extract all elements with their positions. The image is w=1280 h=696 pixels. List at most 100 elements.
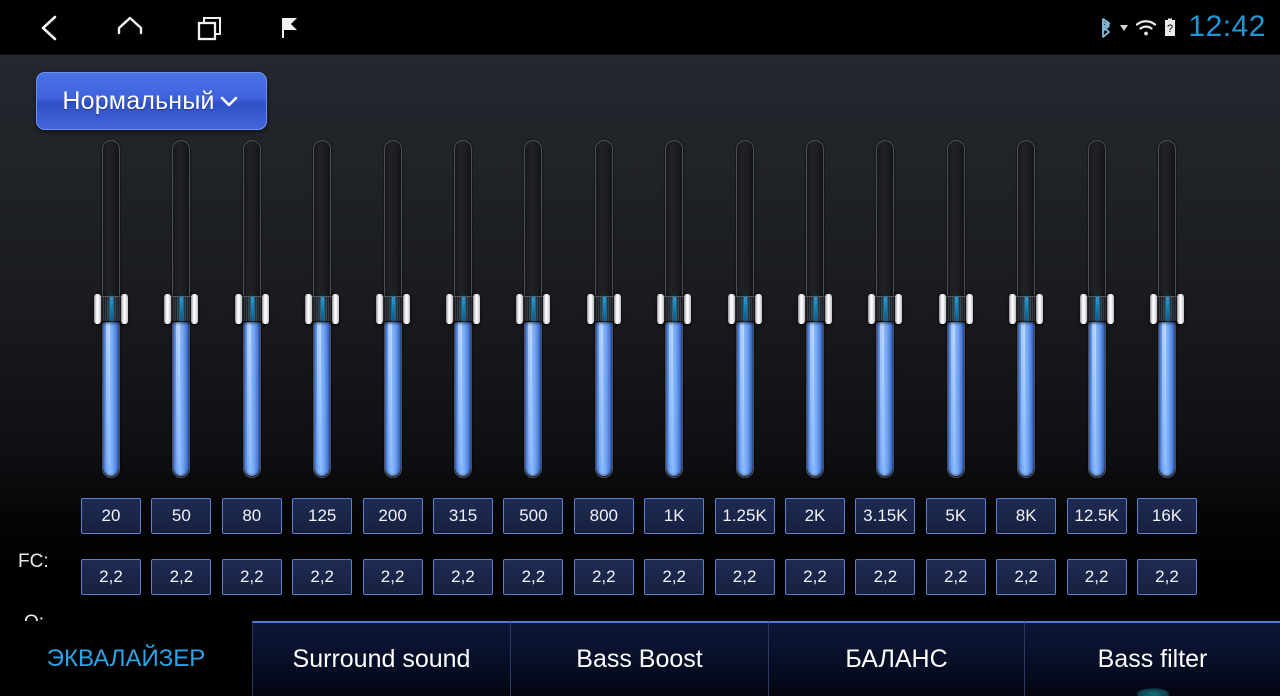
battery-unknown-icon: ? <box>1163 17 1177 39</box>
q-value-button[interactable]: 2,2 <box>1066 559 1127 595</box>
fc-value-button[interactable]: 20 <box>81 498 141 534</box>
slider-thumb[interactable] <box>1079 294 1114 324</box>
tab-label: Bass Boost <box>576 645 703 673</box>
slider-thumb-cap-left <box>1079 294 1087 324</box>
slider-thumb[interactable] <box>868 294 903 324</box>
bluetooth-icon <box>1098 16 1114 40</box>
q-value-button[interactable]: 2,2 <box>996 559 1057 595</box>
slider-thumb[interactable] <box>938 294 973 324</box>
band-slider[interactable] <box>727 140 762 478</box>
slider-thumb-cap-right <box>473 294 480 324</box>
recents-icon[interactable] <box>188 6 232 50</box>
fc-value-button[interactable]: 80 <box>221 498 282 534</box>
slider-fill <box>243 309 260 476</box>
fc-value-button[interactable]: 12.5K <box>1066 498 1127 534</box>
tab-1[interactable]: ЭКВАЛАЙЗЕР <box>0 621 252 696</box>
slider-thumb[interactable] <box>586 294 621 324</box>
tab-5[interactable]: Bass filter <box>1024 621 1280 696</box>
slider-fill <box>384 309 401 476</box>
band-slider[interactable] <box>446 140 480 478</box>
fc-value-button[interactable]: 5K <box>925 498 986 534</box>
slider-thumb-indicator <box>532 297 536 321</box>
fc-value-button[interactable]: 1.25K <box>714 498 775 534</box>
slider-thumb[interactable] <box>516 294 551 324</box>
fc-value-button[interactable]: 800 <box>573 498 634 534</box>
q-value-button[interactable]: 2,2 <box>503 559 564 595</box>
bottom-tab-bar: ЭКВАЛАЙЗЕР Surround sound Bass Boost БАЛАНС… <box>0 621 1280 696</box>
band-slider[interactable] <box>868 140 903 478</box>
slider-thumb[interactable] <box>657 294 692 324</box>
band-slider[interactable] <box>94 140 128 478</box>
slider-thumb-cap-right <box>1177 294 1184 324</box>
slider-thumb-indicator <box>954 297 958 321</box>
slider-thumb[interactable] <box>234 294 269 324</box>
slider-fill <box>1088 309 1105 476</box>
slider-thumb-cap-left <box>798 294 805 324</box>
fc-value-button[interactable]: 8K <box>996 498 1057 534</box>
back-icon[interactable] <box>28 6 72 50</box>
tab-3[interactable]: Bass Boost <box>510 621 768 696</box>
band-slider[interactable] <box>516 140 551 478</box>
q-value-button[interactable]: 2,2 <box>151 559 212 595</box>
fc-value-button[interactable]: 16K <box>1137 498 1197 534</box>
slider-thumb-cap-right <box>613 294 621 324</box>
status-icons: ? 12:42 <box>1098 0 1266 55</box>
slider-thumb[interactable] <box>798 294 832 324</box>
slider-fill <box>1018 309 1035 476</box>
slider-thumb-indicator <box>673 297 677 321</box>
slider-thumb-cap-right <box>121 294 128 324</box>
fc-value-button[interactable]: 1K <box>644 498 705 534</box>
q-value-button[interactable]: 2,2 <box>855 559 916 595</box>
slider-thumb[interactable] <box>1009 294 1044 324</box>
q-value-button[interactable]: 2,2 <box>1137 559 1197 595</box>
slider-thumb[interactable] <box>375 294 410 324</box>
q-value-button[interactable]: 2,2 <box>785 559 845 595</box>
slider-thumb[interactable] <box>305 294 340 324</box>
band-slider[interactable] <box>586 140 621 478</box>
band-slider[interactable] <box>234 140 269 478</box>
band-slider[interactable] <box>1009 140 1044 478</box>
band-slider[interactable] <box>1079 140 1114 478</box>
fc-value-button[interactable]: 500 <box>503 498 564 534</box>
band-slider[interactable] <box>798 140 832 478</box>
flag-icon[interactable] <box>268 6 312 50</box>
fc-value-button[interactable]: 50 <box>151 498 212 534</box>
slider-thumb[interactable] <box>94 294 128 324</box>
q-value-button[interactable]: 2,2 <box>292 559 353 595</box>
band-slider[interactable] <box>657 140 692 478</box>
q-value-button[interactable]: 2,2 <box>644 559 705 595</box>
band-slider[interactable] <box>375 140 410 478</box>
slider-thumb-indicator <box>814 297 817 321</box>
q-value-button[interactable]: 2,2 <box>925 559 986 595</box>
q-value-button[interactable]: 2,2 <box>573 559 634 595</box>
slider-thumb[interactable] <box>446 294 480 324</box>
band-slider[interactable] <box>305 140 340 478</box>
band-slider[interactable] <box>1150 140 1184 478</box>
slider-thumb-cap-right <box>965 294 973 324</box>
q-value-button[interactable]: 2,2 <box>433 559 493 595</box>
fc-value-button[interactable]: 2K <box>785 498 845 534</box>
fc-value-button[interactable]: 125 <box>292 498 353 534</box>
home-icon[interactable] <box>108 6 152 50</box>
q-value-button[interactable]: 2,2 <box>221 559 282 595</box>
fc-value-button[interactable]: 3.15K <box>855 498 916 534</box>
band-slider[interactable] <box>938 140 973 478</box>
slider-fill <box>525 309 542 476</box>
slider-thumb[interactable] <box>1150 294 1184 324</box>
fc-value-button[interactable]: 200 <box>362 498 423 534</box>
fc-value-button[interactable]: 315 <box>433 498 493 534</box>
tab-4[interactable]: БАЛАНС <box>768 621 1024 696</box>
status-bar: ? 12:42 <box>0 0 1280 55</box>
tab-label: БАЛАНС <box>845 645 948 673</box>
slider-fill <box>807 309 823 476</box>
q-value-button[interactable]: 2,2 <box>362 559 423 595</box>
tab-2[interactable]: Surround sound <box>252 621 510 696</box>
slider-thumb-cap-right <box>684 294 692 324</box>
q-value-button[interactable]: 2,2 <box>81 559 141 595</box>
slider-thumb-cap-right <box>825 294 832 324</box>
slider-thumb[interactable] <box>727 294 762 324</box>
slider-thumb-cap-left <box>305 294 313 324</box>
slider-thumb[interactable] <box>164 294 199 324</box>
q-value-button[interactable]: 2,2 <box>714 559 775 595</box>
band-slider[interactable] <box>164 140 199 478</box>
